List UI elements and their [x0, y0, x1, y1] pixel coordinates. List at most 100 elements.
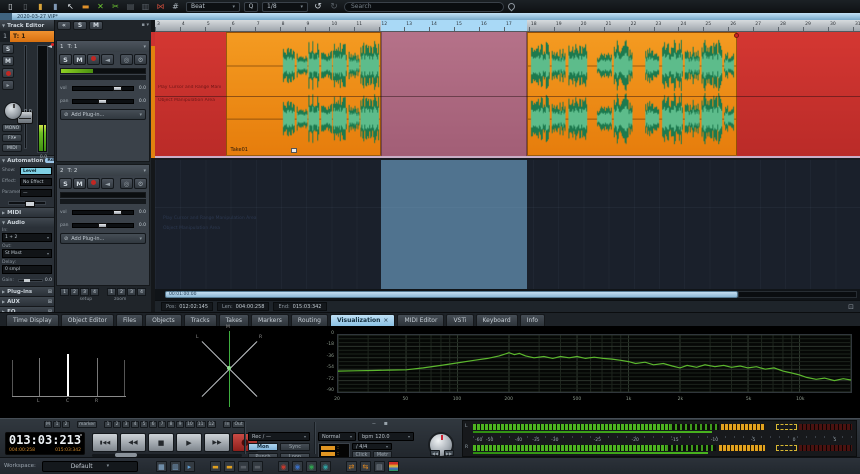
monitor-button[interactable]: Mon [248, 443, 278, 451]
track-1-lane[interactable]: Play Cursor and Range ManiObject Manipul… [155, 32, 860, 158]
marker-button-6[interactable]: 6 [149, 421, 157, 428]
pan-slider[interactable] [72, 99, 134, 104]
slider-handle[interactable] [98, 223, 107, 228]
track-2-header[interactable]: 2T: 2▾ [57, 165, 149, 176]
audio-object-1[interactable]: Take01 [226, 32, 382, 156]
close-icon[interactable]: × [383, 315, 388, 326]
panel-options-icon[interactable]: ▪ ▾ [142, 21, 150, 30]
audio-section-header[interactable]: ▼Audio [0, 217, 54, 227]
add-icon[interactable]: ⊞ [48, 289, 52, 295]
time-signature-select[interactable]: / 4/4▾ [352, 443, 392, 450]
marker-button-10[interactable]: 10 [185, 421, 195, 428]
record-arm-button[interactable] [87, 178, 100, 189]
search-input[interactable]: Search [344, 2, 504, 12]
play-button[interactable]: ▶ [176, 433, 202, 452]
marker-button-7[interactable]: 7 [158, 421, 166, 428]
marker-button-9[interactable]: 9 [176, 421, 184, 428]
crossfade-edit-icon[interactable]: ⇆ [360, 461, 371, 472]
midi-section-header[interactable]: ▶MIDI [0, 207, 54, 217]
add-plugin-button[interactable]: ⊘Add Plug-in...▾ [60, 109, 146, 120]
track-2-selection[interactable] [381, 160, 526, 289]
zoom-button-2[interactable]: 2 [117, 288, 126, 296]
setup-button-2[interactable]: 2 [70, 288, 79, 296]
add-plugin-button[interactable]: ⊘Add Plug-in...▾ [60, 233, 146, 244]
midi-mode-button[interactable]: MIDI [2, 144, 22, 152]
tab-keyboard[interactable]: Keyboard [476, 314, 518, 326]
record-state-icon[interactable]: ◉ [306, 461, 317, 472]
red-region-right[interactable] [737, 32, 860, 156]
draw-tool-icon[interactable]: ▬ [79, 1, 92, 12]
marker-button-8[interactable]: 8 [167, 421, 175, 428]
nudge-forward-button[interactable]: ▶▶ [444, 450, 454, 456]
crossfade-tool-icon[interactable]: ✕ [94, 1, 107, 12]
workspace-layout-icon[interactable]: ▦ [156, 461, 167, 472]
collapse-all-button[interactable]: « [57, 21, 71, 30]
forward-button[interactable]: ▶▶ [204, 433, 230, 452]
marker-mode-button[interactable]: marker [77, 421, 97, 428]
open-file-icon[interactable]: ▯ [19, 1, 32, 12]
settings-gear-icon[interactable]: ⚙ [134, 178, 147, 189]
visualization-colors-icon[interactable] [388, 461, 399, 472]
zoom-button-4[interactable]: 4 [137, 288, 146, 296]
zoom-button-1[interactable]: 1 [107, 288, 116, 296]
monitor-button[interactable]: ◄ [101, 178, 114, 189]
auto-crossfade-icon[interactable]: ⇄ [346, 461, 357, 472]
mini-button-M[interactable]: M [44, 421, 52, 428]
grid-icon[interactable]: # [169, 1, 182, 12]
audio-object-2[interactable] [527, 32, 738, 156]
global-mute-button[interactable]: M [89, 21, 103, 30]
mute-button[interactable]: M [2, 56, 14, 66]
settings-gear-icon[interactable]: ⚙ [134, 54, 147, 65]
object-mode-icon-1[interactable]: ▬ [210, 461, 221, 472]
rewind-button[interactable]: ◀◀ [120, 433, 146, 452]
solo-state-icon[interactable]: ◉ [292, 461, 303, 472]
red-region-left[interactable]: Play Cursor and Range ManiObject Manipul… [155, 32, 226, 156]
object-mode-icon-2[interactable]: ▬ [224, 461, 235, 472]
slider-handle[interactable] [113, 86, 122, 91]
monitor-state-icon[interactable]: ◉ [320, 461, 331, 472]
gain-slider[interactable] [18, 279, 43, 282]
delay-value-field[interactable]: 0 smpl [2, 265, 52, 274]
timeline-ruler[interactable]: 3456789101112131415161718192021222324252… [155, 20, 860, 32]
sync-button[interactable]: Sync [280, 443, 310, 451]
tab-object-editor[interactable]: Object Editor [61, 314, 114, 326]
project-tab-title[interactable]: 2020-03-27 VIP* [12, 14, 58, 20]
slider-handle[interactable] [113, 210, 122, 215]
tab-takes[interactable]: Takes [219, 314, 249, 326]
global-solo-button[interactable]: S [73, 21, 87, 30]
horizontal-scrollbar[interactable]: 00:01:00:00 [165, 291, 738, 298]
track-name[interactable]: T: 1 [10, 31, 54, 42]
marker-button-1[interactable]: 1 [104, 421, 112, 428]
mute-tool-icon[interactable]: ▤ [124, 1, 137, 12]
tab-routing[interactable]: Routing [291, 314, 328, 326]
range-region[interactable] [381, 32, 526, 156]
setup-button-1[interactable]: 1 [60, 288, 69, 296]
docking-icon[interactable]: ▤ [374, 461, 385, 472]
effect-value-select[interactable]: No Effect [20, 178, 52, 186]
search-mic-icon[interactable] [507, 2, 517, 12]
marker-button-11[interactable]: 11 [196, 421, 206, 428]
screen-switch-icon[interactable]: ▥ [170, 461, 181, 472]
object-mode-icon-4[interactable]: ▬ [252, 461, 263, 472]
bpm-select[interactable]: bpm120.0▾ [358, 432, 414, 441]
take-handle-icon[interactable] [291, 148, 297, 153]
undo-button[interactable]: ↺ [312, 2, 324, 12]
punch-in-button[interactable]: In [223, 421, 231, 428]
quantize-value-select[interactable]: 1/8▾ [262, 2, 308, 12]
solo-button[interactable]: S [2, 44, 14, 54]
show-value-select[interactable]: Level curve [20, 167, 52, 175]
punch-out-button[interactable]: Out [232, 421, 244, 428]
object-mode-icon-3[interactable]: ▬ [238, 461, 249, 472]
mini-button-1[interactable]: 1 [53, 421, 61, 428]
tab-files[interactable]: Files [116, 314, 143, 326]
marker-button-12[interactable]: 12 [207, 421, 217, 428]
scrollbar-track[interactable] [738, 291, 857, 298]
solo-button[interactable]: S [59, 178, 72, 189]
add-icon[interactable]: ⊞ [48, 299, 52, 305]
arrow-tool-icon[interactable]: ↖ [64, 1, 77, 12]
track-1-header[interactable]: 1T: 1▾ [57, 41, 149, 52]
tab-info[interactable]: Info [520, 314, 545, 326]
tab-markers[interactable]: Markers [251, 314, 289, 326]
setup-button-4[interactable]: 4 [90, 288, 99, 296]
volume-slider[interactable] [72, 86, 134, 91]
